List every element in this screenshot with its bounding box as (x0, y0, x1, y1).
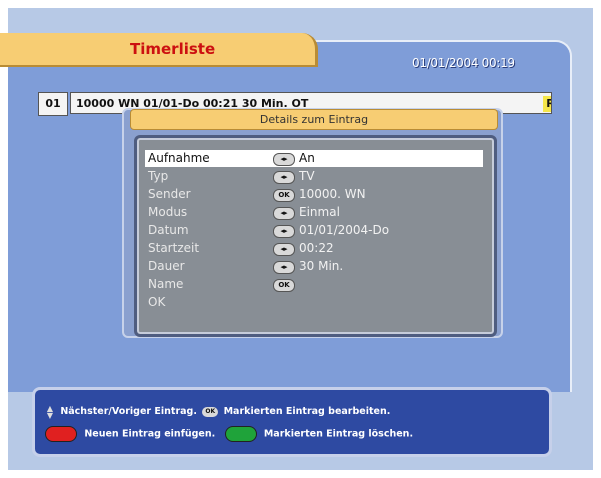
left-right-icon: ◂▸ (273, 243, 295, 256)
timer-number: 01 (38, 92, 68, 116)
param-value: 30 Min. (299, 259, 344, 273)
param-aufnahme[interactable]: Aufnahme ◂▸ An (145, 150, 483, 167)
title-tab: Timerliste (0, 33, 318, 67)
help-bar: ▲ ▼ Nächster/Voriger Eintrag. OK Markiert… (32, 387, 552, 457)
ok-icon: OK (273, 279, 295, 292)
param-label: Aufnahme (148, 151, 210, 165)
param-name[interactable]: Name OK (145, 276, 483, 293)
param-value: 00:22 (299, 241, 334, 255)
param-value: TV (299, 169, 315, 183)
param-label: Modus (148, 205, 188, 219)
details-dialog: Details zum Eintrag Aufnahme ◂▸ An Typ ◂… (122, 108, 503, 338)
param-sender[interactable]: Sender OK 10000. WN (145, 186, 483, 203)
help-red: Neuen Eintrag einfügen. (84, 428, 216, 440)
left-right-icon: ◂▸ (273, 171, 295, 184)
help-nav: Nächster/Voriger Eintrag. (60, 406, 197, 417)
help-line-1: ▲ ▼ Nächster/Voriger Eintrag. OK Markiert… (45, 404, 390, 420)
up-down-icon: ▲ ▼ (46, 403, 54, 420)
param-modus[interactable]: Modus ◂▸ Einmal (145, 204, 483, 221)
ok-button: OK (148, 295, 166, 309)
param-value: An (299, 151, 315, 165)
ok-key-icon: OK (202, 406, 219, 417)
help-line-2: Neuen Eintrag einfügen. Markierten Eintr… (45, 426, 413, 442)
left-right-icon: ◂▸ (273, 225, 295, 238)
param-startzeit[interactable]: Startzeit ◂▸ 00:22 (145, 240, 483, 257)
param-label: Datum (148, 223, 189, 237)
left-right-icon: ◂▸ (273, 207, 295, 220)
green-key-icon (224, 426, 257, 442)
param-typ[interactable]: Typ ◂▸ TV (145, 168, 483, 185)
param-dauer[interactable]: Dauer ◂▸ 30 Min. (145, 258, 483, 275)
record-flag: R (543, 96, 551, 112)
param-label: Dauer (148, 259, 185, 273)
param-ok[interactable]: OK (145, 294, 483, 311)
ok-icon: OK (273, 189, 295, 202)
param-datum[interactable]: Datum ◂▸ 01/01/2004-Do (145, 222, 483, 239)
dialog-title: Details zum Eintrag (130, 109, 498, 130)
param-value: Einmal (299, 205, 340, 219)
param-value: 01/01/2004-Do (299, 223, 390, 237)
param-label: Sender (148, 187, 191, 201)
param-label: Name (148, 277, 184, 291)
param-label: Typ (148, 169, 169, 183)
red-key-icon (45, 426, 77, 442)
help-ok: Markierten Eintrag bearbeiten. (223, 406, 391, 417)
param-label: Startzeit (148, 241, 200, 255)
page-title: Timerliste (130, 40, 216, 58)
left-right-icon: ◂▸ (273, 153, 295, 166)
details-list: Aufnahme ◂▸ An Typ ◂▸ TV Sender OK 10000… (134, 135, 497, 337)
date-time: 01/01/2004 00:19 (412, 56, 515, 70)
help-green: Markierten Eintrag löschen. (263, 428, 414, 440)
param-value: 10000. WN (299, 187, 366, 201)
left-right-icon: ◂▸ (273, 261, 295, 274)
